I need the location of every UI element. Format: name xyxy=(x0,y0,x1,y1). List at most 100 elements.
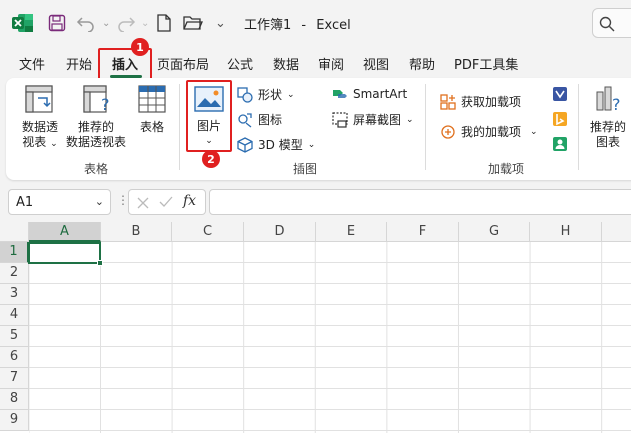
3d-models-label: 3D 模型 xyxy=(258,138,303,152)
column-header-f[interactable]: F xyxy=(387,222,459,242)
tab-review[interactable]: 审阅 xyxy=(318,54,344,73)
my-addins-label: 我的加载项 xyxy=(461,125,522,139)
chevron-down-icon: ⌄ xyxy=(307,139,316,150)
recommended-pivot-label-2: 数据透视表 xyxy=(65,135,126,149)
visio-icon[interactable] xyxy=(552,86,568,105)
file-name: 工作簿1 xyxy=(244,18,292,33)
search-box[interactable] xyxy=(592,8,631,38)
redo-dropdown-icon[interactable]: ⌄ xyxy=(141,12,149,34)
column-header-b[interactable]: B xyxy=(101,222,172,242)
row-header-9[interactable]: 9 xyxy=(0,410,29,431)
tab-help[interactable]: 帮助 xyxy=(409,54,435,73)
row-header-3[interactable]: 3 xyxy=(0,284,29,305)
smartart-button[interactable]: SmartArt xyxy=(332,86,407,102)
shapes-button[interactable]: 形状 ⌄ xyxy=(237,86,295,103)
chevron-down-icon: ⌄ xyxy=(287,89,295,100)
step-badge-2: 2 xyxy=(202,150,220,168)
column-header-g[interactable]: G xyxy=(459,222,530,242)
icons-icon xyxy=(238,112,252,128)
title-bar: ⌄ ⌄ ⌄ 工作簿1 - Excel xyxy=(0,0,631,46)
fill-handle[interactable] xyxy=(97,260,103,266)
redo-icon[interactable] xyxy=(116,12,136,34)
my-addins-button[interactable]: 我的加载项 ⌄ xyxy=(440,123,538,140)
tab-file[interactable]: 文件 xyxy=(19,54,45,73)
screenshot-label: 屏幕截图 xyxy=(353,113,402,127)
3d-models-button[interactable]: 3D 模型 ⌄ xyxy=(237,136,315,153)
name-box-value: A1 xyxy=(16,194,34,210)
tab-view[interactable]: 视图 xyxy=(363,54,389,73)
active-cell-a1[interactable] xyxy=(28,242,101,264)
chevron-down-icon: ⌄ xyxy=(50,139,58,149)
pivot-table-label: 数据透 xyxy=(21,120,58,134)
undo-icon[interactable] xyxy=(76,12,96,34)
row-header-5[interactable]: 5 xyxy=(0,326,29,347)
column-header-d[interactable]: D xyxy=(244,222,316,242)
table-button[interactable]: 表格 xyxy=(132,120,172,135)
open-folder-icon[interactable] xyxy=(183,12,203,34)
enter-check-icon[interactable] xyxy=(159,196,173,208)
table-icon xyxy=(137,84,167,117)
people-graph-icon[interactable] xyxy=(552,136,568,155)
select-all-corner[interactable] xyxy=(0,222,29,242)
cell-grid[interactable] xyxy=(29,242,631,433)
search-icon xyxy=(599,16,615,32)
formula-input[interactable] xyxy=(209,189,631,215)
tab-formulas[interactable]: 公式 xyxy=(227,54,253,73)
smartart-icon xyxy=(333,90,347,98)
row-header-1[interactable]: 1 xyxy=(0,242,29,263)
screenshot-button[interactable]: 屏幕截图 ⌄ xyxy=(332,111,414,128)
recommended-pivot-button[interactable]: 推荐的 数据透视表 xyxy=(64,120,128,150)
cube-icon xyxy=(237,136,253,153)
cancel-icon[interactable] xyxy=(137,197,149,209)
bing-maps-icon[interactable] xyxy=(552,111,568,130)
row-header-4[interactable]: 4 xyxy=(0,305,29,326)
title-separator: - xyxy=(301,18,307,33)
new-file-icon[interactable] xyxy=(156,12,172,34)
svg-text:?: ? xyxy=(612,95,621,114)
column-header-e[interactable]: E xyxy=(316,222,387,242)
save-icon[interactable] xyxy=(48,12,66,34)
row-header-7[interactable]: 7 xyxy=(0,368,29,389)
tab-data[interactable]: 数据 xyxy=(273,54,299,73)
chevron-down-icon: ⌄ xyxy=(530,126,538,137)
illustrations-group-label: 插图 xyxy=(293,162,318,176)
pivot-table-label-2: 视表 xyxy=(22,135,47,149)
column-header-c[interactable]: C xyxy=(172,222,244,242)
recommended-pivot-label: 推荐的 xyxy=(77,120,114,134)
column-header-a[interactable]: A xyxy=(29,222,101,242)
icons-button[interactable]: 图标 xyxy=(237,111,282,128)
get-addins-button[interactable]: 获取加载项 xyxy=(440,93,521,110)
recommended-chart-icon: ? xyxy=(594,84,624,117)
group-divider xyxy=(179,84,180,170)
svg-text:?: ? xyxy=(101,95,110,114)
customize-toolbar-icon[interactable]: ⌄ xyxy=(215,12,226,34)
recommended-pivot-icon: ? xyxy=(82,84,112,117)
chevron-down-icon: ⌄ xyxy=(406,114,414,125)
window-title: 工作簿1 - Excel xyxy=(244,14,351,33)
recommended-charts-button[interactable]: 推荐的 图表 xyxy=(586,120,630,150)
shapes-icon xyxy=(237,86,253,103)
tab-pdf-tools[interactable]: PDF工具集 xyxy=(454,54,518,73)
insert-function-button[interactable]: fx xyxy=(183,193,196,209)
pivot-table-button[interactable]: 数据透 视表 ⌄ xyxy=(20,120,60,152)
row-header-6[interactable]: 6 xyxy=(0,347,29,368)
tab-home[interactable]: 开始 xyxy=(66,54,92,73)
pictures-button-highlight xyxy=(186,80,232,152)
shapes-label: 形状 xyxy=(258,88,283,102)
undo-dropdown-icon[interactable]: ⌄ xyxy=(102,12,110,34)
tab-page-layout[interactable]: 页面布局 xyxy=(157,54,209,73)
screenshot-icon xyxy=(332,111,348,128)
get-addins-label: 获取加载项 xyxy=(461,95,522,109)
row-header-2[interactable]: 2 xyxy=(0,263,29,284)
row-header-8[interactable]: 8 xyxy=(0,389,29,410)
my-addins-icon xyxy=(441,124,455,139)
column-header-partial[interactable] xyxy=(602,222,631,242)
worksheet-grid[interactable]: A B C D E F G H 1 2 3 4 5 6 7 8 9 xyxy=(0,222,631,433)
chevron-down-icon: ⌄ xyxy=(94,195,104,208)
tables-group-label: 表格 xyxy=(84,162,109,176)
addins-group-label: 加载项 xyxy=(488,162,525,176)
name-box[interactable]: A1 ⌄ xyxy=(8,189,111,215)
excel-logo-icon xyxy=(12,13,34,33)
group-divider xyxy=(578,84,579,170)
column-header-h[interactable]: H xyxy=(530,222,602,242)
